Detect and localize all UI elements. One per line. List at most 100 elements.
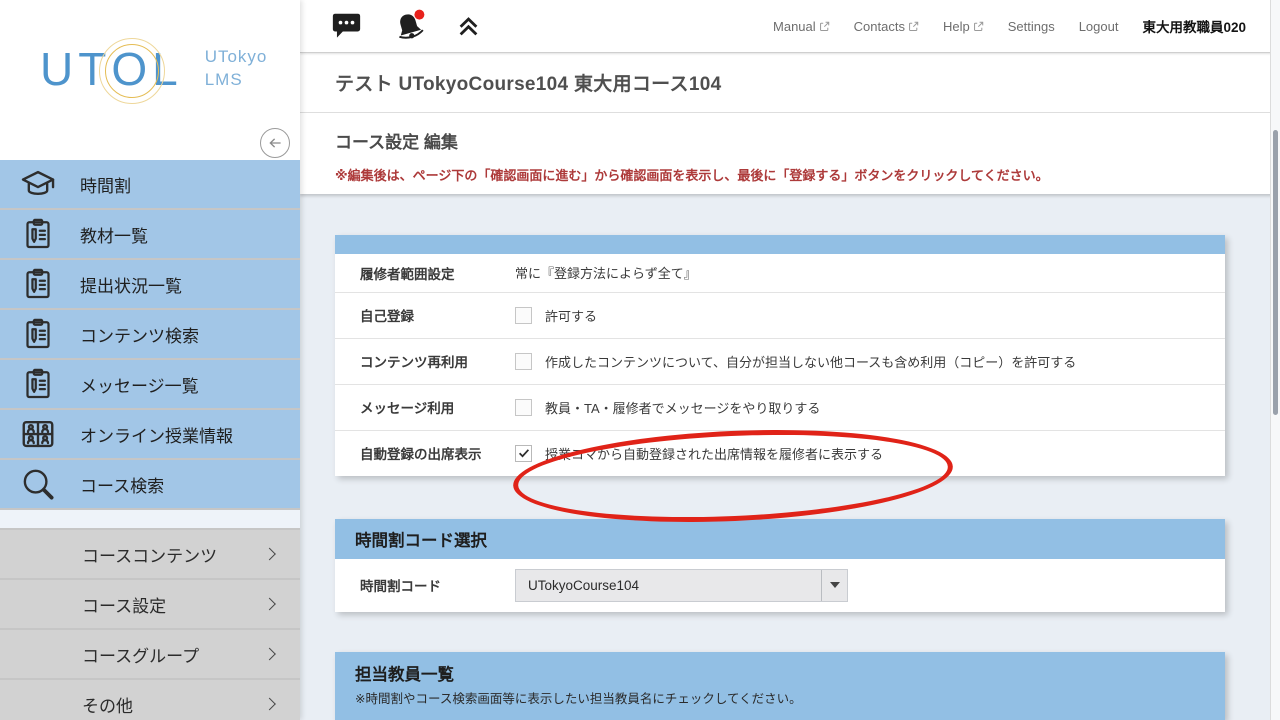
online-class-icon bbox=[18, 414, 58, 454]
topbar-link-settings[interactable]: Settings bbox=[1008, 19, 1055, 34]
clipboard-icon bbox=[18, 214, 58, 254]
clipboard-icon bbox=[18, 264, 58, 304]
sidebar-item-message-list[interactable]: メッセージ一覧 bbox=[0, 360, 300, 408]
sidebar-item-content-search[interactable]: コンテンツ検索 bbox=[0, 310, 300, 358]
setting-value-text: 許可する bbox=[545, 306, 597, 325]
self-registration-checkbox[interactable] bbox=[515, 307, 532, 324]
setting-label: 自動登録の出席表示 bbox=[335, 443, 515, 463]
course-settings-table: 履修者範囲設定常に『登録方法によらず全て』自己登録 許可するコンテンツ再利用作成し… bbox=[335, 235, 1225, 476]
sidebar-item-online-class-info[interactable]: オンライン授業情報 bbox=[0, 410, 300, 458]
topbar-link-logout[interactable]: Logout bbox=[1079, 19, 1119, 34]
chevron-right-icon bbox=[263, 548, 276, 561]
chevron-right-icon bbox=[263, 698, 276, 711]
sidebar-item-materials[interactable]: 教材一覧 bbox=[0, 210, 300, 258]
message-use-checkbox[interactable] bbox=[515, 399, 532, 416]
sidebar-item-course-group[interactable]: コースグループ bbox=[0, 630, 300, 678]
sidebar-item-label: コースグループ bbox=[82, 642, 199, 667]
timetable-code-value: UTokyoCourse104 bbox=[515, 569, 858, 602]
topbar-collapse-button[interactable] bbox=[455, 13, 482, 40]
clipboard-icon bbox=[18, 314, 58, 354]
teachers-note: ※時間割やコース検索画面等に表示したい担当教員名にチェックしてください。 bbox=[355, 688, 1205, 707]
section-title: コース設定 編集 bbox=[335, 128, 1280, 153]
scrollbar-thumb[interactable] bbox=[1273, 130, 1278, 415]
timetable-code-row: 時間割コード UTokyoCourse104 bbox=[335, 559, 1225, 612]
section-header: コース設定 編集 ※編集後は、ページ下の「確認画面に進む」から確認画面を表示し、… bbox=[300, 113, 1280, 194]
setting-value-text: 教員・TA・履修者でメッセージをやり取りする bbox=[545, 398, 820, 417]
timetable-code-section: 時間割コード選択 時間割コード UTokyoCourse104 bbox=[335, 519, 1225, 612]
topbar-link-label: Manual bbox=[773, 19, 816, 34]
settings-row-auto-attendance-display: 自動登録の出席表示授業コマから自動登録された出席情報を履修者に表示する bbox=[335, 430, 1225, 476]
topbar-link-contacts[interactable]: Contacts bbox=[854, 19, 919, 34]
settings-row-message-use: メッセージ利用教員・TA・履修者でメッセージをやり取りする bbox=[335, 384, 1225, 430]
setting-label: 自己登録 bbox=[335, 305, 515, 325]
sidebar-item-label: 提出状況一覧 bbox=[80, 272, 182, 297]
page-scrollbar[interactable] bbox=[1270, 0, 1280, 720]
sidebar-item-label: コースコンテンツ bbox=[82, 542, 217, 567]
settings-table-header-bar bbox=[335, 235, 1225, 254]
sidebar-item-submission-status[interactable]: 提出状況一覧 bbox=[0, 260, 300, 308]
page-title: テスト UTokyoCourse104 東大用コース104 bbox=[335, 69, 721, 96]
sidebar-item-course-search[interactable]: コース検索 bbox=[0, 460, 300, 508]
utol-lms-app: UTOL UTokyo LMS 時間割教材一覧提出状況一覧コンテンツ検索メッセー… bbox=[0, 0, 1280, 720]
utol-logo: UTOL UTokyo LMS bbox=[0, 0, 300, 96]
timetable-code-title: 時間割コード選択 bbox=[355, 532, 487, 550]
timetable-code-header: 時間割コード選択 bbox=[335, 519, 1225, 559]
sidebar-item-label: 時間割 bbox=[80, 172, 131, 197]
caret-down-icon bbox=[830, 582, 840, 588]
topbar-icons bbox=[330, 8, 482, 44]
sidebar-collapse-button[interactable] bbox=[260, 128, 290, 158]
sidebar-course-menu: コースコンテンツコース設定コースグループその他 bbox=[0, 530, 300, 720]
graduation-cap-icon bbox=[18, 164, 58, 204]
external-link-icon bbox=[819, 21, 830, 32]
setting-value: 授業コマから自動登録された出席情報を履修者に表示する bbox=[515, 444, 893, 463]
external-link-icon bbox=[973, 21, 984, 32]
logo-subtitle: UTokyo LMS bbox=[205, 46, 268, 92]
settings-row-enrollee-scope: 履修者範囲設定常に『登録方法によらず全て』 bbox=[335, 254, 1225, 292]
chevrons-up-icon bbox=[455, 13, 482, 40]
setting-value: 教員・TA・履修者でメッセージをやり取りする bbox=[515, 398, 830, 417]
topbar-link-label: Help bbox=[943, 19, 970, 34]
settings-row-content-reuse: コンテンツ再利用作成したコンテンツについて、自分が担当しない他コースも含め利用（… bbox=[335, 338, 1225, 384]
sidebar-item-others[interactable]: その他 bbox=[0, 680, 300, 720]
chevron-right-icon bbox=[263, 648, 276, 661]
sidebar-item-label: 教材一覧 bbox=[80, 222, 148, 247]
timetable-code-dropdown[interactable]: UTokyoCourse104 bbox=[515, 569, 848, 602]
comment-icon bbox=[330, 11, 363, 41]
teachers-section: 担当教員一覧 ※時間割やコース検索画面等に表示したい担当教員名にチェックしてくだ… bbox=[335, 652, 1225, 720]
sidebar-item-timetable[interactable]: 時間割 bbox=[0, 160, 300, 208]
sidebar-item-course-settings[interactable]: コース設定 bbox=[0, 580, 300, 628]
logo-area: UTOL UTokyo LMS bbox=[0, 0, 300, 160]
sidebar-item-label: コース設定 bbox=[82, 592, 166, 617]
setting-value: 作成したコンテンツについて、自分が担当しない他コースも含め利用（コピー）を許可す… bbox=[515, 352, 1086, 371]
edit-warning-note: ※編集後は、ページ下の「確認画面に進む」から確認画面を表示し、最後に「登録する」… bbox=[335, 165, 1280, 184]
sidebar-item-course-contents[interactable]: コースコンテンツ bbox=[0, 530, 300, 578]
topbar-links: Manual Contacts Help Settings Logout 東大用教職員02… bbox=[773, 16, 1280, 36]
topbar-link-label: Contacts bbox=[854, 19, 905, 34]
username: 東大用教職員020 bbox=[1142, 16, 1246, 36]
teachers-header: 担当教員一覧 ※時間割やコース検索画面等に表示したい担当教員名にチェックしてくだ… bbox=[335, 652, 1225, 720]
topbar: Manual Contacts Help Settings Logout 東大用教職員02… bbox=[300, 0, 1280, 53]
logo-text: UTOL bbox=[40, 42, 183, 96]
clipboard-icon bbox=[18, 364, 58, 404]
dropdown-arrow-button[interactable] bbox=[821, 570, 847, 601]
content-reuse-checkbox[interactable] bbox=[515, 353, 532, 370]
setting-label: コンテンツ再利用 bbox=[335, 351, 515, 371]
auto-attendance-display-checkbox[interactable] bbox=[515, 445, 532, 462]
timetable-code-label: 時間割コード bbox=[335, 575, 515, 595]
bell-icon bbox=[391, 8, 427, 44]
topbar-messages-button[interactable] bbox=[330, 11, 363, 41]
topbar-link-manual[interactable]: Manual bbox=[773, 19, 830, 34]
settings-row-self-registration: 自己登録 許可する bbox=[335, 292, 1225, 338]
topbar-link-help[interactable]: Help bbox=[943, 19, 984, 34]
setting-label: 履修者範囲設定 bbox=[335, 263, 515, 283]
content-area: 履修者範囲設定常に『登録方法によらず全て』自己登録 許可するコンテンツ再利用作成し… bbox=[300, 194, 1280, 720]
course-title-band: テスト UTokyoCourse104 東大用コース104 bbox=[300, 53, 1280, 113]
external-link-icon bbox=[908, 21, 919, 32]
setting-value: 許可する bbox=[515, 306, 607, 325]
topbar-notifications-button[interactable] bbox=[391, 8, 427, 44]
arrow-left-icon bbox=[266, 134, 284, 152]
sidebar-item-label: その他 bbox=[82, 692, 133, 717]
sidebar-item-label: オンライン授業情報 bbox=[80, 422, 233, 447]
teachers-title: 担当教員一覧 bbox=[355, 661, 1205, 685]
setting-value-text: 常に『登録方法によらず全て』 bbox=[515, 263, 697, 282]
